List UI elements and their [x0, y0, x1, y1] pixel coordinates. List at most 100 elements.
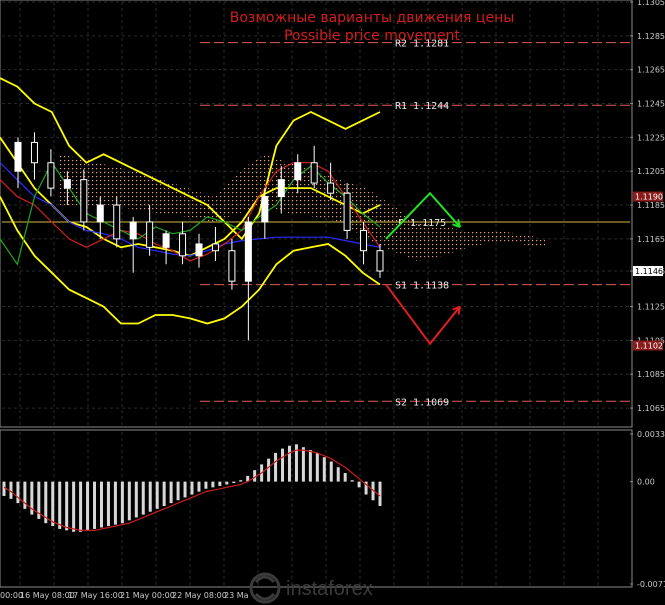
price-marker-label: 1.1102: [635, 341, 663, 350]
level-label: S1 1.1138: [395, 281, 449, 292]
macd-bar: [120, 481, 124, 524]
candle-body: [129, 221, 137, 240]
candle-body: [360, 229, 368, 252]
macd-bar: [141, 481, 145, 515]
macd-bar: [93, 481, 97, 529]
macd-bar: [218, 481, 222, 486]
macd-bar: [253, 470, 257, 482]
time-axis: 00:0016 May 08:0017 May 16:0021 May 00:0…: [0, 591, 249, 600]
instaforex-logo-text: instaforex: [286, 578, 373, 600]
macd-bar: [350, 480, 354, 482]
candle-body: [47, 162, 55, 189]
macd-bar: [287, 445, 291, 482]
candle-body: [228, 250, 236, 282]
candle-body: [294, 162, 302, 181]
x-tick-label: 21 May 00:00: [120, 591, 175, 600]
candle-body: [30, 141, 38, 164]
y-tick-label: 1.1125: [637, 303, 665, 312]
level-label: R1 1.1244: [395, 101, 449, 112]
candle-body: [113, 204, 121, 240]
y-tick-label: 1.1065: [637, 404, 665, 413]
macd-bar: [86, 481, 90, 531]
macd-bar: [336, 467, 340, 482]
macd-bar: [134, 481, 138, 518]
macd-bar: [65, 481, 69, 531]
candle-body: [146, 221, 154, 248]
macd-bar: [315, 452, 319, 482]
macd-bar: [169, 481, 173, 504]
macd-bar: [197, 481, 201, 492]
macd-bar: [308, 450, 312, 482]
candle-body: [80, 179, 88, 223]
y-tick-label: 1.1205: [637, 167, 665, 176]
macd-bar: [267, 458, 271, 482]
candle-body: [195, 243, 203, 257]
macd-bar: [378, 481, 382, 506]
level-label: S2 1.1069: [395, 397, 449, 408]
macd-bar: [16, 481, 20, 504]
macd-bar: [155, 481, 159, 509]
macd-bar: [9, 481, 13, 499]
background: [0, 0, 665, 605]
macd-bar: [274, 452, 278, 482]
macd-bar: [190, 481, 194, 495]
macd-y-tick-label: -0.00714: [637, 580, 665, 589]
macd-bar: [23, 481, 27, 509]
macd-bar: [127, 481, 131, 521]
macd-bar: [51, 481, 55, 527]
y-tick-label: 1.1225: [637, 133, 665, 142]
candle-body: [14, 141, 22, 172]
macd-bar: [113, 481, 117, 525]
macd-bar: [183, 481, 187, 498]
candle-body: [376, 250, 384, 272]
macd-bar: [72, 481, 76, 532]
macd-bar: [232, 481, 236, 484]
y-tick-label: 1.1185: [637, 201, 665, 210]
candle-body: [179, 233, 187, 257]
candle-body: [211, 243, 219, 252]
macd-bar: [58, 481, 62, 529]
x-tick-label: 17 May 16:00: [68, 591, 123, 600]
candle-body: [261, 196, 269, 223]
x-tick-label: 23 Ma: [224, 591, 249, 600]
price-marker-label: 1.1146: [635, 267, 663, 276]
x-tick-label: 22 May 08:00: [172, 591, 227, 600]
macd-bar: [225, 481, 229, 485]
macd-bar: [329, 461, 333, 482]
macd-bar: [357, 481, 361, 488]
candle-body: [343, 192, 351, 231]
candle-body: [277, 179, 285, 198]
candle-body: [310, 162, 318, 184]
macd-bar: [322, 457, 326, 482]
y-tick-label: 1.1265: [637, 66, 665, 75]
macd-bar: [239, 480, 243, 482]
y-tick-label: 1.1245: [637, 100, 665, 109]
chart-root: R2 1.1281R1 1.1244P 1.1175S1 1.1138S2 1.…: [0, 0, 665, 605]
y-tick-label: 1.1285: [637, 32, 665, 41]
macd-bar: [148, 481, 152, 512]
chart-title-ru: Возможные варианты движения цены: [230, 10, 515, 26]
macd-bar: [176, 481, 180, 501]
macd-y-tick-label: 0.00332: [637, 430, 665, 439]
macd-bar: [301, 447, 305, 482]
y-tick-label: 1.1085: [637, 370, 665, 379]
macd-bar: [99, 481, 103, 528]
candle-body: [162, 233, 170, 248]
macd-bar: [79, 481, 83, 532]
candle-body: [96, 204, 104, 223]
y-tick-label: 1.1165: [637, 235, 665, 244]
x-tick-label: 16 May 08:00: [20, 591, 75, 600]
macd-bar: [204, 481, 208, 489]
macd-bar: [281, 448, 285, 482]
candle-body: [327, 182, 335, 194]
macd-bar: [211, 481, 215, 488]
macd-bar: [2, 481, 6, 496]
y-tick-label: 1.1305: [637, 0, 665, 7]
macd-bar: [162, 481, 166, 506]
macd-bar: [106, 481, 110, 527]
candle-body: [63, 179, 71, 189]
price-marker-label: 1.1190: [635, 193, 663, 202]
macd-bar: [343, 473, 347, 482]
candle-body: [244, 221, 252, 282]
macd-y-tick-label: 0.00: [637, 478, 655, 487]
